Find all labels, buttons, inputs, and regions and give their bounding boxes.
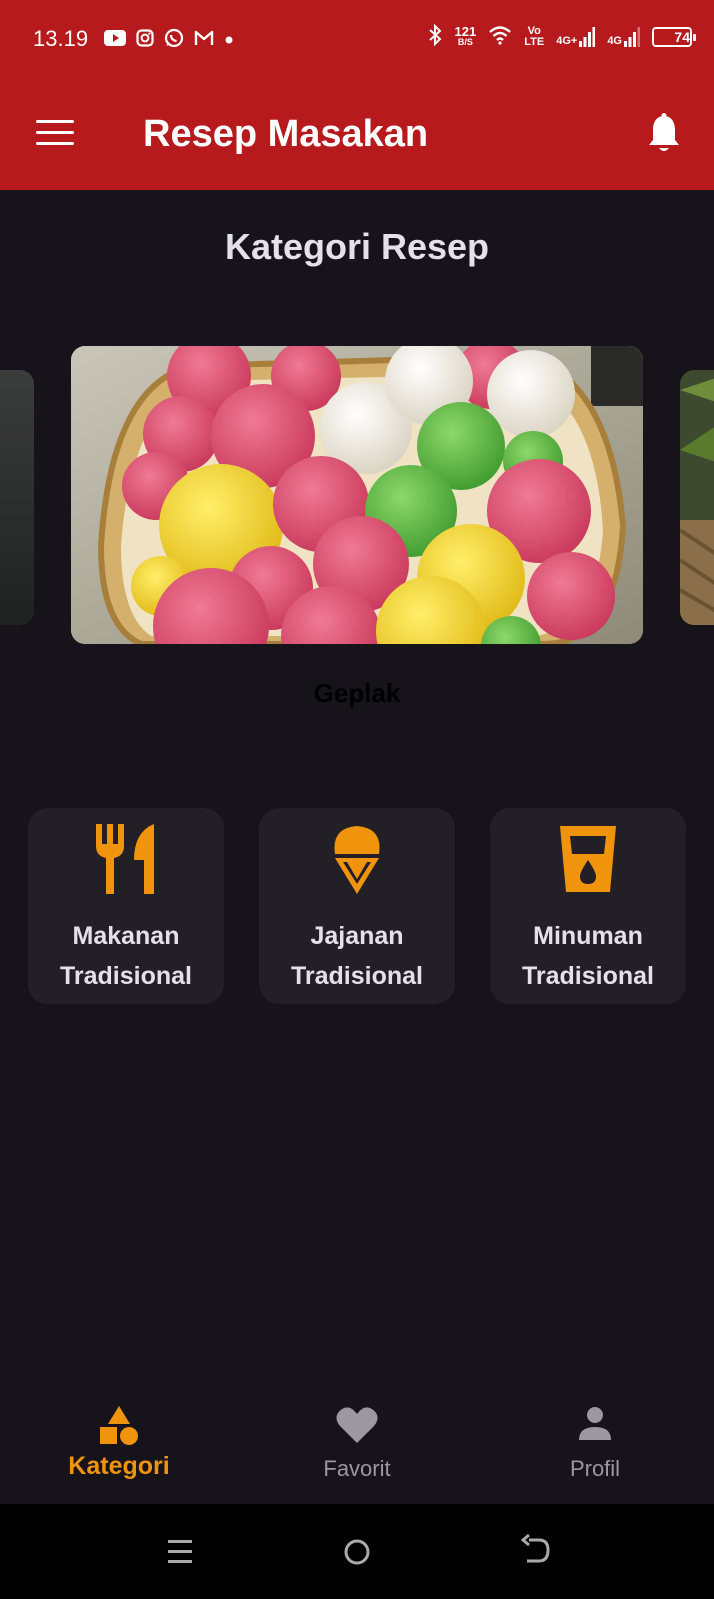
category-card-makanan[interactable]: Makanan Tradisional [28,808,224,1004]
bottom-navigation: Kategori Favorit Profil [0,1390,714,1504]
system-status-icons: 121 B/S Vo LTE 4G+ 4G 74 [427,23,696,49]
battery-level: 74 [674,28,690,45]
nav-item-profil[interactable]: Profil [476,1390,714,1504]
person-icon [579,1407,611,1440]
carousel-prev-slide[interactable] [0,370,34,625]
nav-item-favorit[interactable]: Favorit [238,1390,476,1504]
home-button[interactable] [337,1534,377,1570]
section-title: Kategori Resep [224,226,490,267]
net-speed: 121 B/S [454,23,477,48]
battery-icon: 74 [652,26,696,47]
category-label-line1: Minuman [533,922,643,950]
nav-label: Profil [569,1456,621,1481]
ice-cream-icon [334,826,380,894]
menu-icon [36,120,74,145]
home-icon [344,1539,370,1565]
fork-knife-icon [96,824,154,894]
category-shapes-icon [100,1406,138,1445]
category-card-jajanan[interactable]: Jajanan Tradisional [259,808,455,1004]
status-time: 13.19 [33,26,89,51]
drink-cup-icon [560,826,616,892]
volte-top: Vo [527,24,541,37]
category-label-line2: Tradisional [522,962,654,990]
volte-indicator: Vo LTE [524,24,545,48]
signal-icon: 4G+ [556,26,596,47]
volte-bottom: LTE [524,35,545,48]
geplak-image [71,346,643,644]
recipe-carousel[interactable] [0,346,714,646]
category-label-line1: Makanan [72,922,180,950]
back-icon [520,1533,550,1563]
dot-icon [224,32,234,50]
youtube-icon [104,30,126,51]
app-title: Resep Masakan [143,113,429,155]
nav-item-kategori[interactable]: Kategori [0,1390,238,1504]
app-bar: Resep Masakan [0,80,714,190]
nav-label: Kategori [68,1452,170,1480]
category-label-line1: Jajanan [310,922,404,950]
signal-icon-2: 4G [607,26,640,47]
carousel-current-slide[interactable] [71,346,643,644]
gmail-icon [194,30,214,51]
category-card-minuman[interactable]: Minuman Tradisional [490,808,686,1004]
system-navigation-bar [0,1504,714,1599]
category-label-line2: Tradisional [291,962,423,990]
back-button[interactable] [517,1533,557,1570]
heart-icon [336,1407,378,1443]
menu-button[interactable] [36,120,74,150]
carousel-caption: Geplak [313,678,401,708]
notification-icons [104,28,234,53]
nav-label: Favorit [323,1456,391,1481]
bell-icon [649,113,679,151]
net-speed-unit: B/S [457,36,473,47]
recent-apps-button[interactable] [160,1534,200,1570]
instagram-icon [136,29,154,52]
whatsapp-icon [164,28,184,53]
net-speed-value: 121 [454,23,477,39]
wifi-icon [488,25,512,48]
network-type-2: 4G [607,34,622,47]
category-label-line2: Tradisional [60,962,192,990]
recent-apps-icon [168,1540,192,1563]
status-bar: 13.19 121 B/S Vo LTE 4G+ 4G 74 [0,0,714,80]
notifications-button[interactable] [646,112,686,156]
carousel-next-slide[interactable] [680,370,714,625]
category-list: Makanan Tradisional Jajanan Tradisional [28,808,688,1004]
bluetooth-icon [427,23,443,49]
network-type-1: 4G+ [556,34,578,47]
